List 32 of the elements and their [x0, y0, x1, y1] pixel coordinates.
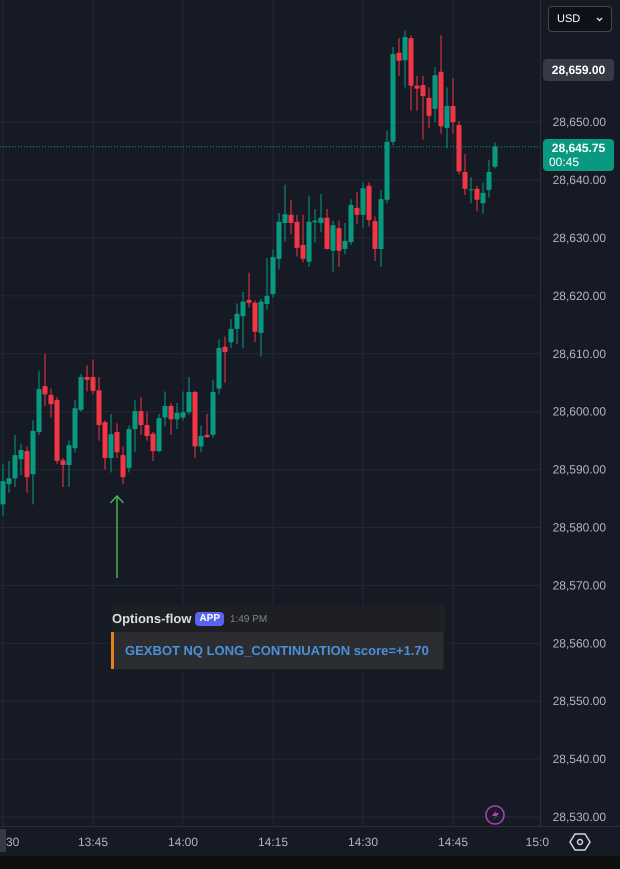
time-axis-label: 13:45 [78, 835, 108, 849]
author-name: Options-flow [112, 610, 192, 628]
time-axis-label: 14:30 [348, 835, 378, 849]
price-axis-label: 28,650.00 [552, 115, 606, 130]
price-axis-label: 28,580.00 [552, 520, 606, 534]
price-axis-label: 28,550.00 [552, 694, 606, 708]
price-axis-label: 28,540.00 [552, 752, 606, 766]
price-axis-label: 28,570.00 [552, 578, 606, 592]
lightning-icon[interactable] [485, 805, 505, 825]
candlestick [468, 177, 474, 204]
chevron-icon [596, 16, 603, 22]
price-axis-label: 28,640.00 [552, 173, 606, 188]
currency-dropdown[interactable]: USD [548, 6, 612, 32]
time-axis-label: 14:15 [258, 835, 288, 849]
time-axis-label: 14:45 [438, 835, 468, 849]
message-time: 1:49 PM [230, 612, 268, 626]
price-axis-label: 28,600.00 [552, 404, 606, 419]
price-axis-label: 28,560.00 [552, 636, 606, 650]
price-axis-label: 28,590.00 [552, 462, 606, 477]
settings-icon[interactable] [569, 833, 591, 851]
price-axis-label: 28,530.00 [552, 810, 606, 824]
price-marker-label: 28,659.00 [543, 59, 614, 82]
price-axis-label: 28,630.00 [552, 230, 606, 245]
app-tag: APP [195, 612, 224, 626]
price-axis-label: 28,620.00 [552, 288, 606, 303]
price-axis-label: 28,610.00 [552, 346, 606, 361]
last-price: 28,645.75 [552, 140, 606, 155]
time-axis-label: 30 [6, 835, 20, 849]
time-axis-label: 15:0 [526, 835, 549, 849]
time-axis-label: 14:00 [168, 835, 198, 849]
message-text: GEXBOT NQ LONG_CONTINUATION score=+1.70 [125, 642, 429, 660]
countdown-timer: 00:45 [548, 154, 580, 169]
